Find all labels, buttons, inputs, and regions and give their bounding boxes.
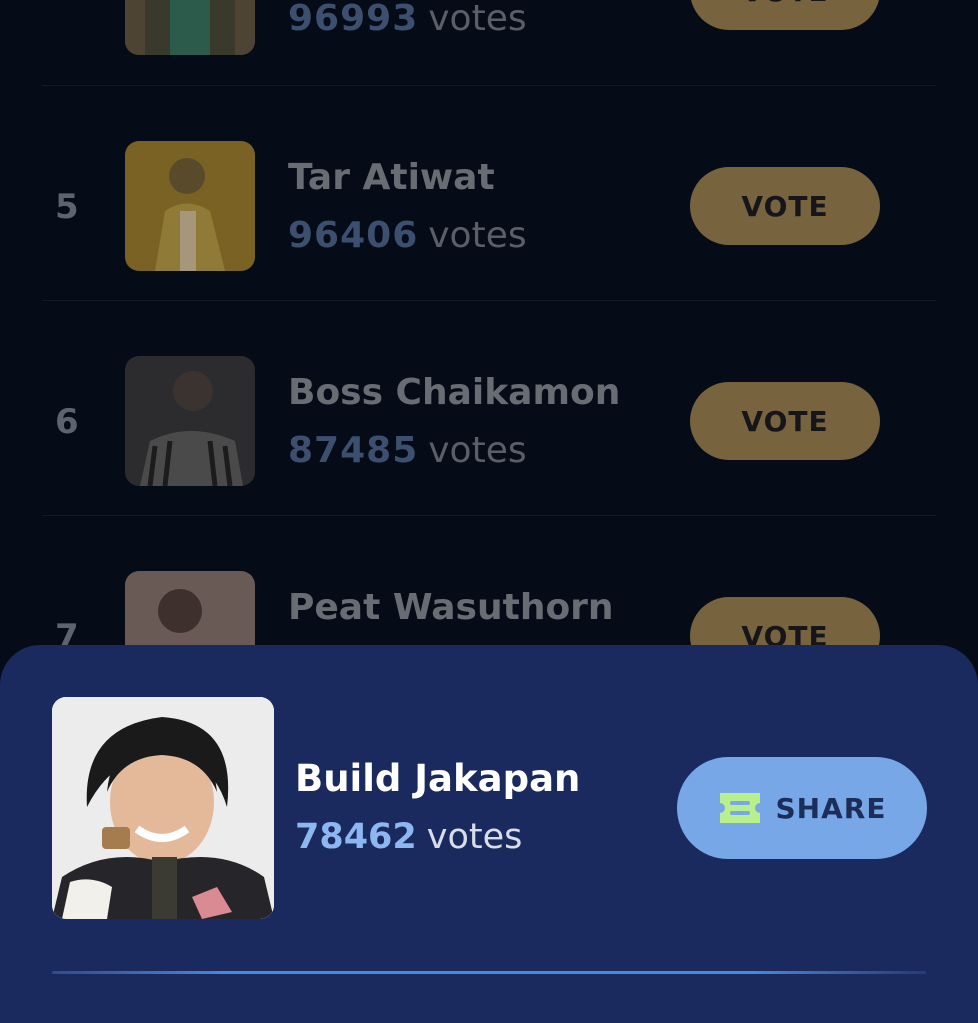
contestant-name: Peat Wasuthorn (288, 587, 614, 628)
contestant-photo (125, 356, 255, 486)
vote-count: 96993 votes (288, 0, 527, 39)
vote-count: 87485 votes (288, 430, 527, 471)
vote-button[interactable]: VOTE (690, 382, 880, 460)
rank-number: 6 (55, 402, 79, 442)
contestant-name: Tar Atiwat (288, 157, 495, 198)
current-contestant-panel: Build Jakapan 78462 votes SHARE (0, 645, 978, 1023)
share-button[interactable]: SHARE (677, 757, 927, 859)
list-item: 6 Boss Chaikamon 87485 votes VOTE (0, 300, 978, 516)
list-item: 4 96993votes VOTE (0, 0, 978, 86)
contestant-name: Boss Chaikamon (288, 372, 621, 413)
list-item: 5 Tar Atiwat 96406 votes VOTE (0, 85, 978, 301)
bottom-progress-line (52, 971, 926, 974)
vote-count: 96406 votes (288, 215, 527, 256)
vote-button[interactable]: VOTE (690, 167, 880, 245)
vote-button[interactable]: VOTE (690, 0, 880, 30)
ticket-icon (719, 793, 760, 823)
contestant-name: Build Jakapan (295, 757, 581, 800)
contestant-photo (52, 697, 274, 919)
vote-count: 78462 votes (295, 817, 523, 857)
contestant-photo (125, 141, 255, 271)
share-label: SHARE (775, 791, 887, 825)
rank-number: 5 (55, 187, 79, 227)
contestant-photo (125, 0, 255, 55)
